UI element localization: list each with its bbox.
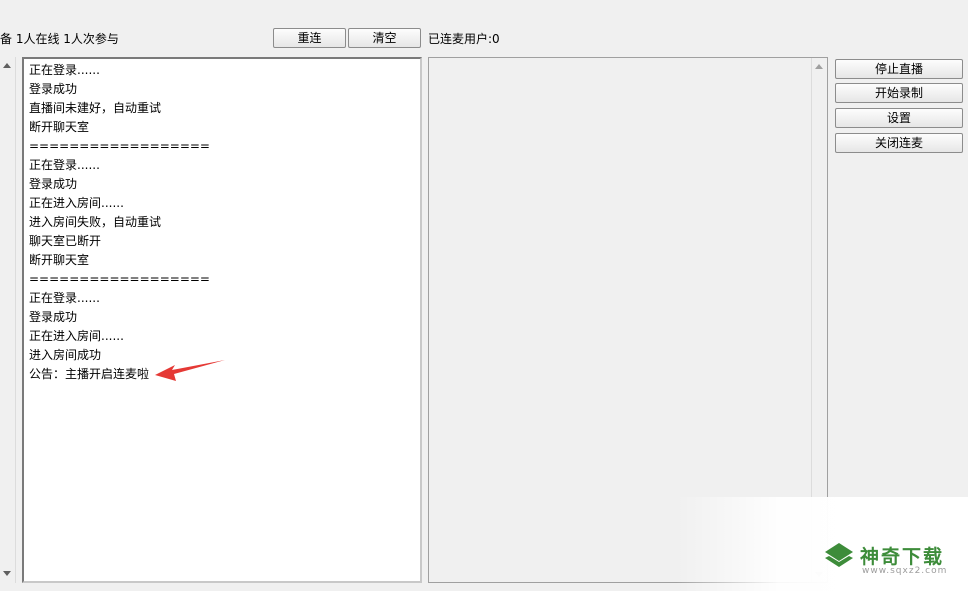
left-scrollbar[interactable] — [0, 57, 16, 583]
log-line: 正在进入房间...... — [29, 329, 124, 343]
watermark-url: www.sqxz2.com — [862, 566, 948, 576]
start-recording-button[interactable]: 开始录制 — [835, 83, 963, 103]
settings-button[interactable]: 设置 — [835, 108, 963, 128]
log-line: 断开聊天室 — [29, 120, 90, 134]
log-line: 进入房间失败，自动重试 — [29, 215, 162, 229]
watermark-logo-icon — [825, 543, 853, 567]
close-mic-link-button[interactable]: 关闭连麦 — [835, 133, 963, 153]
online-status-text: 备 1人在线 1人次参与 — [0, 32, 119, 46]
log-line: 进入房间成功 — [29, 348, 102, 362]
log-line: 断开聊天室 — [29, 253, 90, 267]
scroll-down-arrow-icon[interactable] — [3, 571, 11, 576]
log-line: 登录成功 — [29, 310, 78, 324]
log-line: 登录成功 — [29, 177, 78, 191]
log-separator: ================== — [29, 272, 210, 286]
log-line: 聊天室已断开 — [29, 234, 102, 248]
clear-button[interactable]: 清空 — [348, 28, 421, 48]
reconnect-button[interactable]: 重连 — [273, 28, 346, 48]
watermark-title: 神奇下载 — [860, 546, 945, 568]
log-panel[interactable]: 正在登录...... 登录成功 直播间未建好，自动重试 断开聊天室 ======… — [22, 57, 422, 583]
log-line: 正在进入房间...... — [29, 196, 124, 210]
log-line: 直播间未建好，自动重试 — [29, 101, 162, 115]
log-line: 正在登录...... — [29, 63, 100, 77]
stop-broadcast-button[interactable]: 停止直播 — [835, 59, 963, 79]
log-line: 正在登录...... — [29, 291, 100, 305]
log-line-announcement: 公告：主播开启连麦啦 — [29, 367, 150, 381]
log-line: 登录成功 — [29, 82, 78, 96]
annotation-arrow-icon — [155, 360, 225, 381]
scroll-up-arrow-icon[interactable] — [3, 63, 11, 68]
connected-users-label: 已连麦用户:0 — [428, 32, 500, 46]
log-separator: ================== — [29, 139, 210, 153]
log-line: 正在登录...... — [29, 158, 100, 172]
scroll-up-arrow-icon[interactable] — [815, 64, 823, 69]
